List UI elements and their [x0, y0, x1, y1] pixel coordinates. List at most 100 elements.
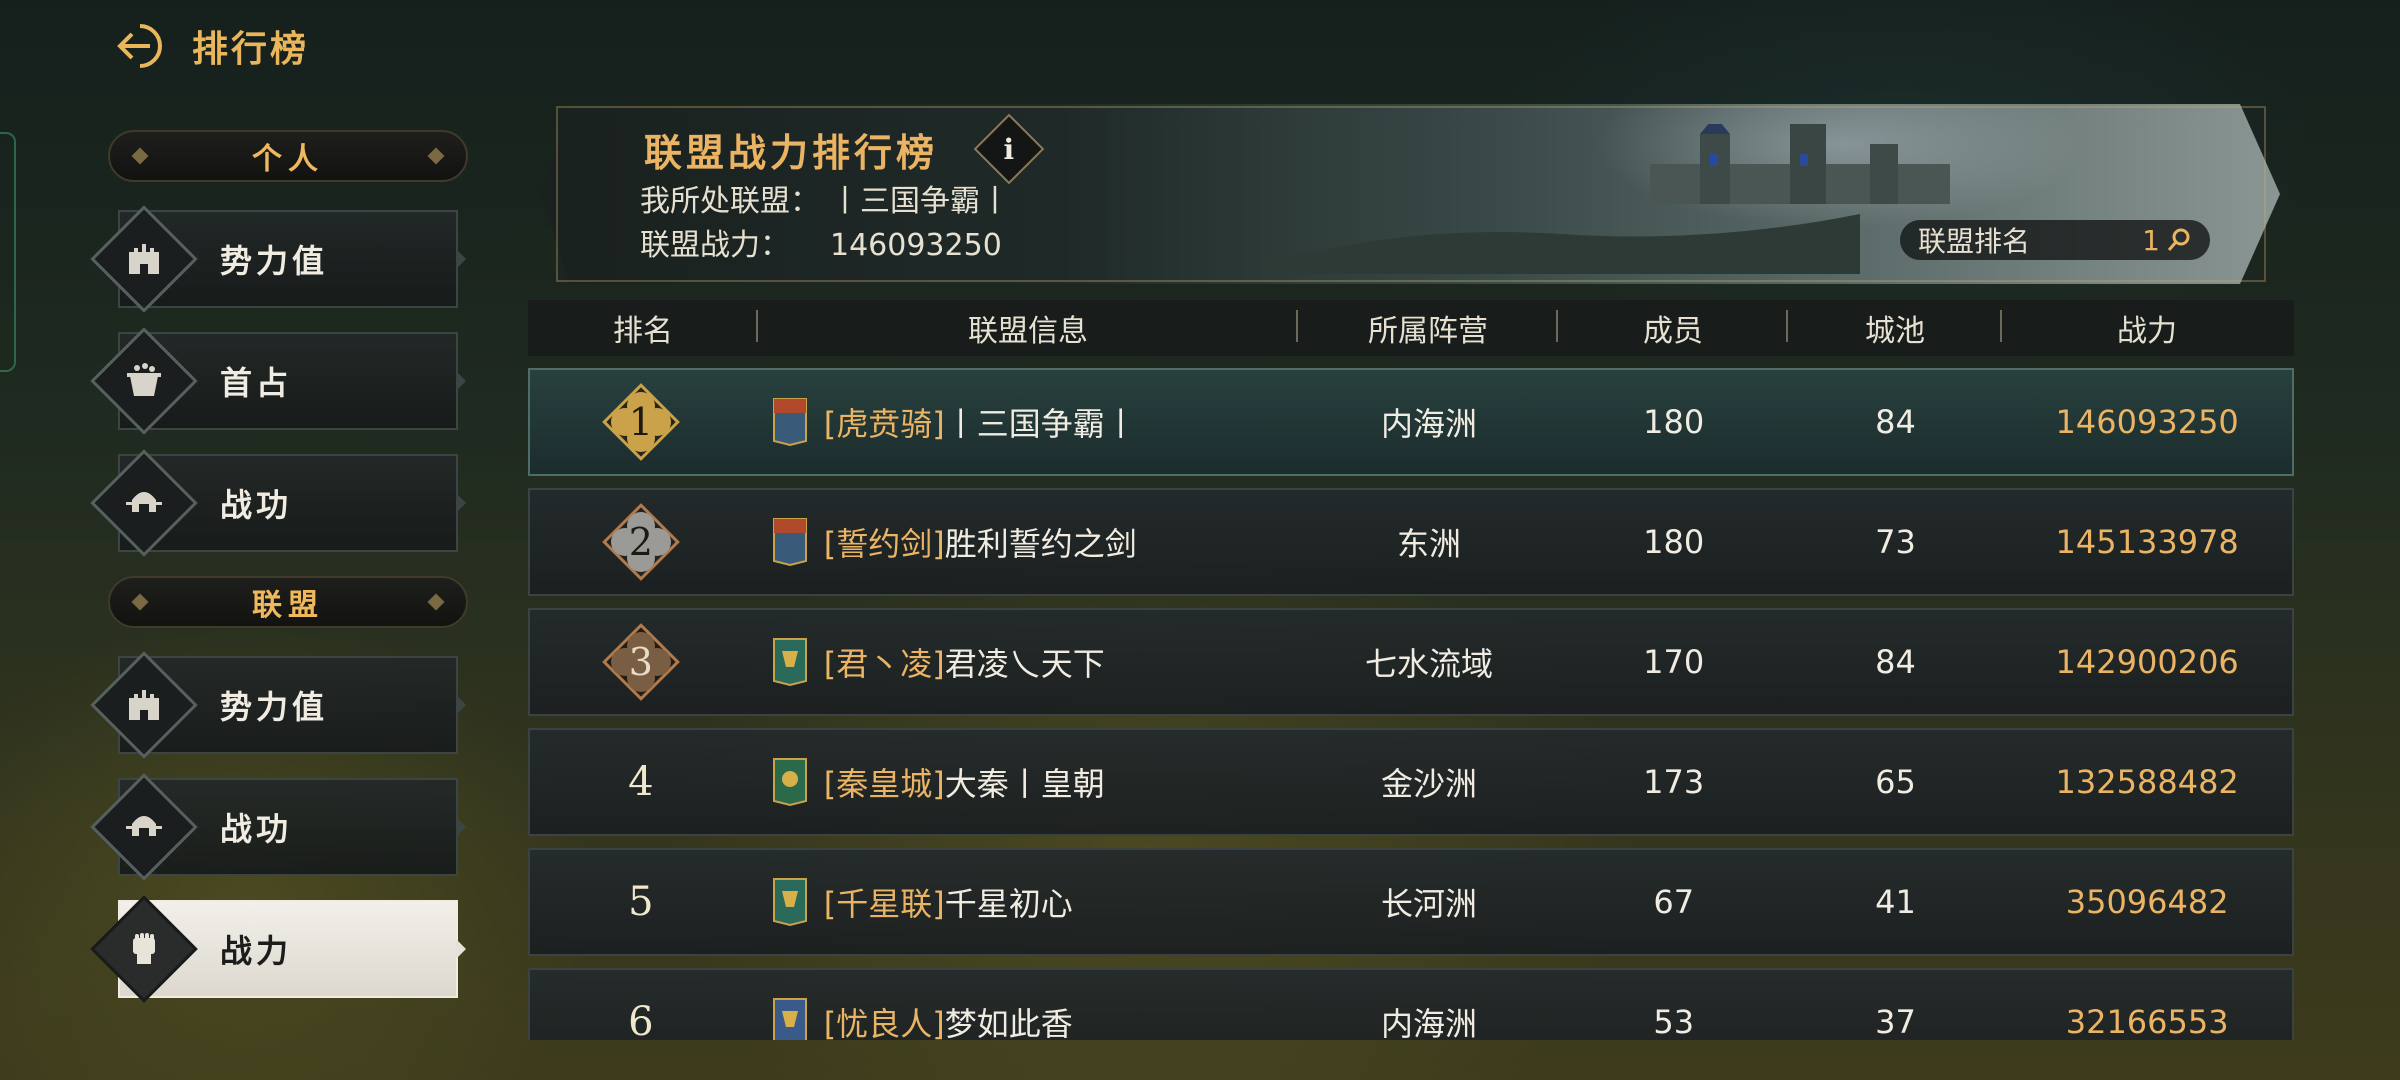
alliance-flag-icon: [772, 398, 807, 447]
alliance-flag-icon: [772, 758, 807, 807]
alliance-tag: [千星联]: [823, 885, 945, 923]
sidebar-item-personal-merit[interactable]: 战功: [90, 449, 466, 557]
sidebar-item-label: 战功: [220, 810, 293, 848]
my-power-value: 146093250: [830, 228, 1002, 263]
alliance-info: [千星联]千星初心: [752, 877, 1299, 927]
ornament-icon: [131, 593, 149, 611]
section-alliance-label: 联盟: [252, 588, 324, 623]
section-personal-label: 个人: [252, 142, 324, 177]
alliance-tag: [誓约剑]: [823, 525, 945, 563]
my-alliance-label: 我所处联盟：: [640, 184, 820, 219]
back-button[interactable]: [110, 20, 162, 72]
members-cell: 180: [1643, 523, 1705, 561]
cities-cell: 73: [1875, 523, 1916, 561]
edge-indicator: [0, 132, 16, 372]
top-header: 排行榜: [110, 18, 309, 74]
power-cell: 146093250: [2055, 403, 2239, 441]
camp-cell: 内海洲: [1380, 1005, 1477, 1040]
cities-cell: 65: [1875, 763, 1916, 801]
castle-artwork: [1650, 124, 1950, 204]
rank-number: 2: [628, 520, 653, 564]
members-cell: 170: [1643, 643, 1705, 681]
alliance-tag: [虎贲骑]: [823, 405, 945, 443]
info-icon: i: [1003, 132, 1015, 166]
ranking-list: 1 [虎贲骑]丨三国争霸丨 内海洲 180 84 146093250 2 [誓约…: [528, 368, 2294, 1040]
alliance-name: 千星初心: [944, 885, 1073, 923]
rank-cell: 5: [530, 879, 752, 925]
camp-cell: 东洲: [1396, 525, 1461, 563]
cities-cell: 37: [1875, 1003, 1916, 1040]
rank-number: 1: [628, 400, 653, 444]
sidebar-item-label: 势力值: [220, 242, 329, 280]
banner-title: 联盟战力排行榜: [644, 131, 939, 175]
alliance-tag: [秦皇城]: [823, 765, 945, 803]
column-header: 战力: [2117, 314, 2177, 349]
column-header: 城池: [1788, 306, 2002, 350]
table-row[interactable]: 4 [秦皇城]大秦丨皇朝 金沙洲 173 65 132588482: [528, 728, 2294, 836]
alliance-flag-icon: [772, 878, 807, 927]
bronze-medal-icon: 3: [601, 622, 681, 702]
my-alliance-value: 丨三国争霸丨: [830, 184, 1010, 219]
rank-number: 4: [628, 759, 654, 805]
silver-medal-icon: 2: [601, 502, 681, 582]
table-row[interactable]: 1 [虎贲骑]丨三国争霸丨 内海洲 180 84 146093250: [528, 368, 2294, 476]
ornament-icon: [427, 147, 445, 165]
rank-search-label: 联盟排名: [1918, 225, 2031, 258]
table-row[interactable]: 6 [忧良人]梦如此香 内海洲 53 37 32166553: [528, 968, 2294, 1040]
members-cell: 173: [1643, 763, 1705, 801]
alliance-info: [虎贲骑]丨三国争霸丨: [752, 397, 1299, 447]
sidebar: 个人 势力值 首占 战功 联盟 势力值 战功 战力: [90, 130, 468, 1022]
sidebar-item-first-occupy[interactable]: 首占: [90, 327, 466, 435]
camp-cell: 金沙洲: [1380, 765, 1477, 803]
sidebar-item-label: 首占: [220, 364, 293, 402]
alliance-info: [誓约剑]胜利誓约之剑: [752, 517, 1299, 567]
sidebar-item-alliance-influence[interactable]: 势力值: [90, 651, 466, 759]
sidebar-item-alliance-merit[interactable]: 战功: [90, 773, 466, 881]
alliance-flag-icon: [772, 638, 807, 687]
rank-cell: 1: [530, 382, 752, 462]
column-header: 联盟信息: [758, 306, 1298, 350]
sidebar-item-label: 战功: [220, 486, 293, 524]
rank-cell: 4: [530, 759, 752, 805]
table-row[interactable]: 2 [誓约剑]胜利誓约之剑 东洲 180 73 145133978: [528, 488, 2294, 596]
alliance-tag: [忧良人]: [823, 1005, 945, 1040]
alliance-name: 大秦丨皇朝: [944, 765, 1105, 803]
rank-cell: 2: [530, 502, 752, 582]
page-title: 排行榜: [192, 29, 310, 70]
alliance-tag: [君丶凌]: [823, 645, 945, 683]
ornament-icon: [427, 593, 445, 611]
column-header: 排名: [528, 306, 758, 350]
alliance-rank-search[interactable]: 联盟排名 1: [1900, 220, 2210, 260]
power-cell: 132588482: [2055, 763, 2239, 801]
rank-cell: 6: [530, 999, 752, 1040]
my-alliance-row: 我所处联盟： 丨三国争霸丨: [640, 176, 1010, 220]
power-cell: 32166553: [2065, 1003, 2229, 1040]
rank-search-value: 1: [2142, 223, 2160, 257]
table-row[interactable]: 3 [君丶凌]君凌乀天下 七水流域 170 84 142900206: [528, 608, 2294, 716]
members-cell: 67: [1653, 883, 1695, 921]
back-arrow-icon: [117, 24, 162, 68]
rank-number: 5: [628, 879, 654, 925]
alliance-name: 胜利誓约之剑: [944, 525, 1137, 563]
sidebar-item-alliance-power[interactable]: 战力: [90, 895, 466, 1003]
alliance-flag-icon: [772, 998, 807, 1040]
table-row[interactable]: 5 [千星联]千星初心 长河洲 67 41 35096482: [528, 848, 2294, 956]
search-icon: [2167, 228, 2190, 251]
gold-medal-icon: 1: [601, 382, 681, 462]
table-header: 排名 联盟信息 所属阵营 成员 城池 战力: [528, 300, 2294, 356]
section-alliance: 联盟: [108, 576, 468, 628]
alliance-name: 梦如此香: [944, 1005, 1073, 1040]
wall-artwork: [1260, 214, 1860, 274]
rank-number: 6: [628, 999, 654, 1040]
column-header: 所属阵营: [1298, 306, 1558, 350]
members-cell: 180: [1643, 403, 1705, 441]
sidebar-item-label: 战力: [220, 932, 293, 970]
members-cell: 53: [1653, 1003, 1695, 1040]
sidebar-item-personal-influence[interactable]: 势力值: [90, 205, 466, 313]
cities-cell: 41: [1875, 883, 1916, 921]
power-cell: 145133978: [2055, 523, 2239, 561]
camp-cell: 长河洲: [1380, 885, 1477, 923]
power-cell: 142900206: [2055, 643, 2239, 681]
ornament-icon: [131, 147, 149, 165]
my-power-row: 联盟战力： 146093250: [640, 220, 1002, 264]
